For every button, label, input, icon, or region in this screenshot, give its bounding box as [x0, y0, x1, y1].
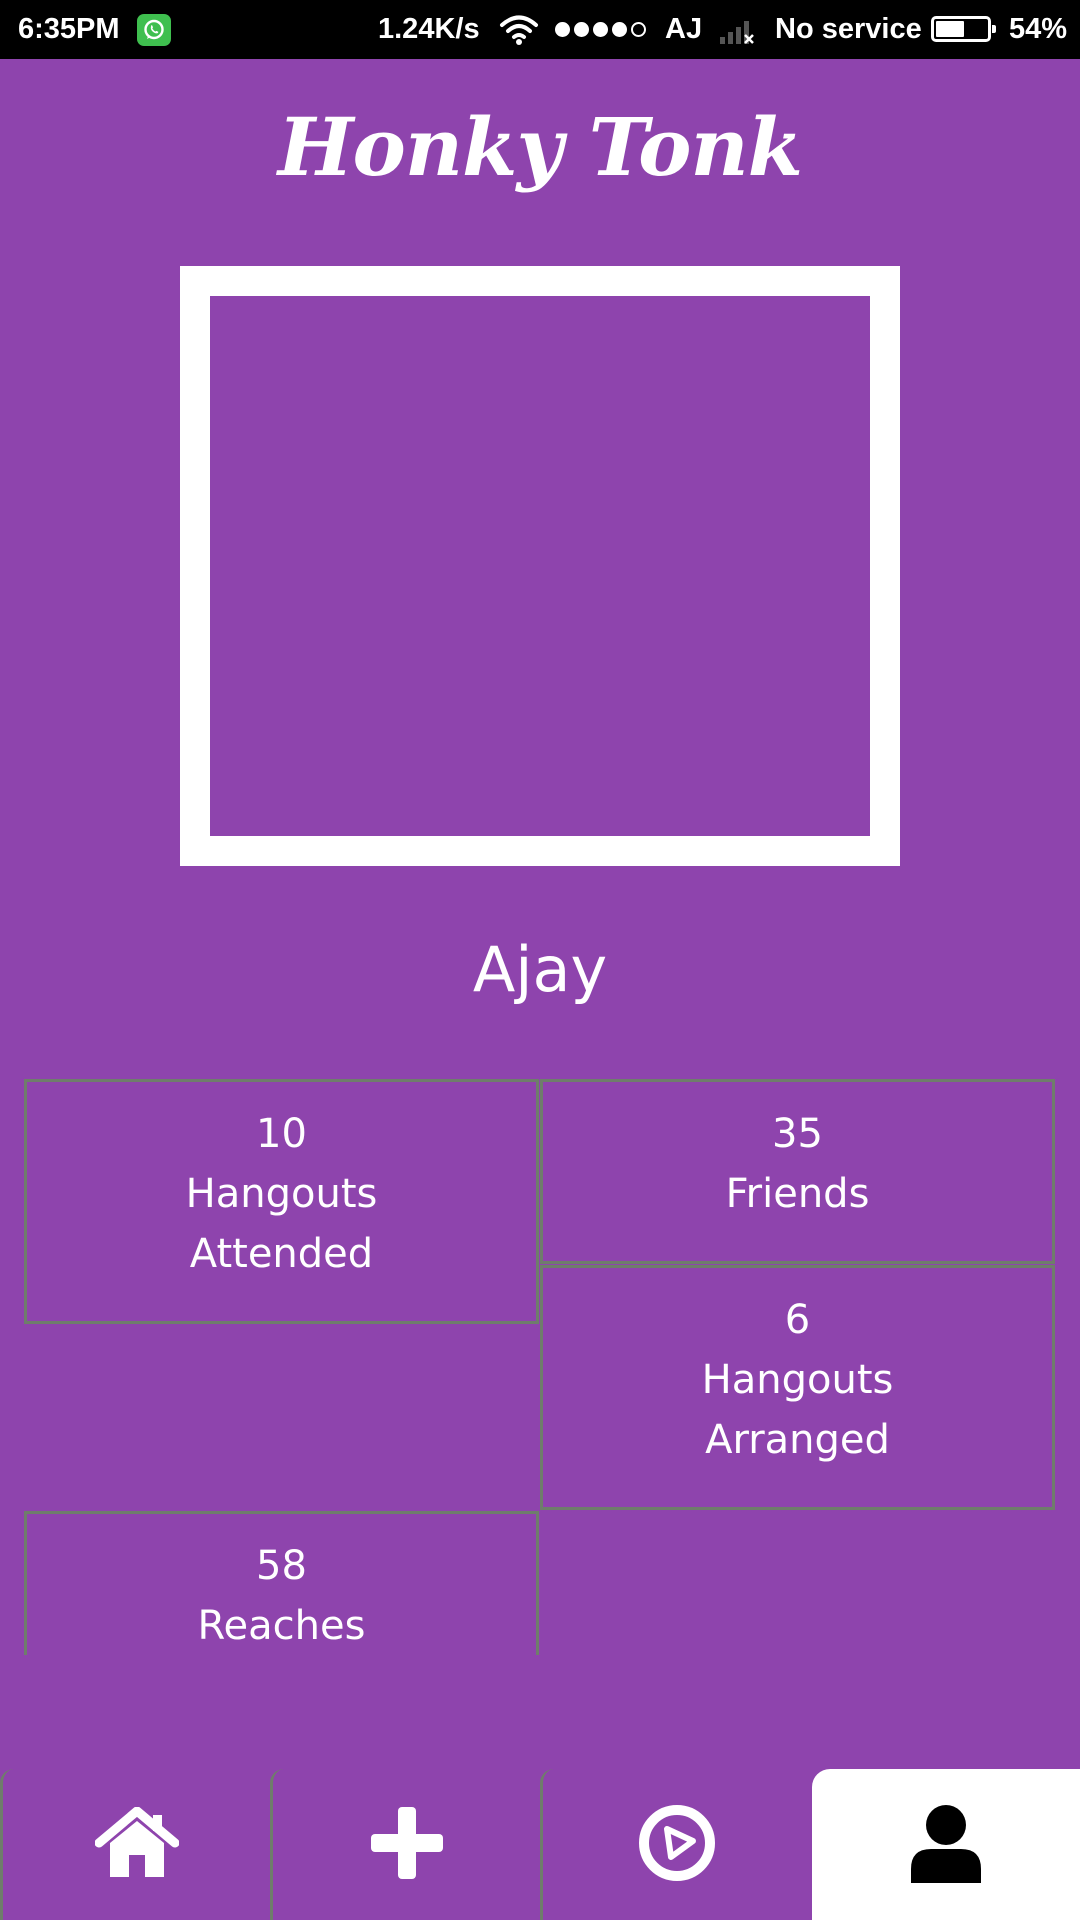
stat-hangouts-attended[interactable]: 10 Hangouts Attended [24, 1079, 539, 1324]
signal-dot [574, 22, 589, 37]
signal-dot-empty [631, 22, 646, 37]
carrier-name: AJ [665, 13, 703, 45]
stat-value: 35 [772, 1111, 823, 1157]
plus-icon [371, 1806, 443, 1883]
status-time: 6:35PM [18, 13, 120, 45]
user-icon [909, 1803, 983, 1887]
whatsapp-icon [137, 14, 171, 46]
wifi-icon [499, 14, 539, 54]
stat-reaches[interactable]: 58 Reaches [24, 1511, 539, 1655]
service-status: No service [775, 13, 922, 45]
signal-strength-dots [555, 22, 650, 38]
profile-screen: 6:35PM 1.24K/s AJ No service 54% Honky T… [0, 0, 1080, 1920]
battery-fill [936, 21, 964, 37]
nav-tab-add[interactable] [270, 1769, 541, 1920]
stat-label: Reaches [197, 1603, 366, 1649]
profile-photo[interactable] [180, 266, 900, 866]
stat-label: Hangouts Attended [185, 1171, 378, 1277]
compass-icon [637, 1803, 717, 1887]
home-icon [94, 1806, 180, 1883]
stat-label: Hangouts Arranged [701, 1357, 894, 1463]
nav-tab-explore[interactable] [540, 1769, 811, 1920]
app-title: Honky Tonk [277, 100, 803, 194]
stat-hangouts-arranged[interactable]: 6 Hangouts Arranged [540, 1265, 1055, 1510]
stat-label: Friends [725, 1171, 870, 1217]
battery-icon [931, 16, 996, 42]
stat-friends[interactable]: 35 Friends [540, 1079, 1055, 1264]
bottom-nav [0, 1769, 1080, 1920]
network-speed: 1.24K/s [378, 13, 480, 45]
nav-tab-profile[interactable] [812, 1769, 1080, 1920]
signal-dot [612, 22, 627, 37]
signal-dot [555, 22, 570, 37]
stat-value: 10 [256, 1111, 307, 1157]
no-signal-icon [718, 17, 758, 53]
nav-tab-home[interactable] [0, 1769, 271, 1920]
stat-value: 6 [784, 1297, 811, 1343]
status-bar: 6:35PM 1.24K/s AJ No service 54% [0, 0, 1080, 59]
battery-percent: 54% [1009, 13, 1068, 45]
signal-dot [593, 22, 608, 37]
stat-value: 58 [256, 1543, 307, 1589]
user-name: Ajay [472, 933, 608, 1006]
